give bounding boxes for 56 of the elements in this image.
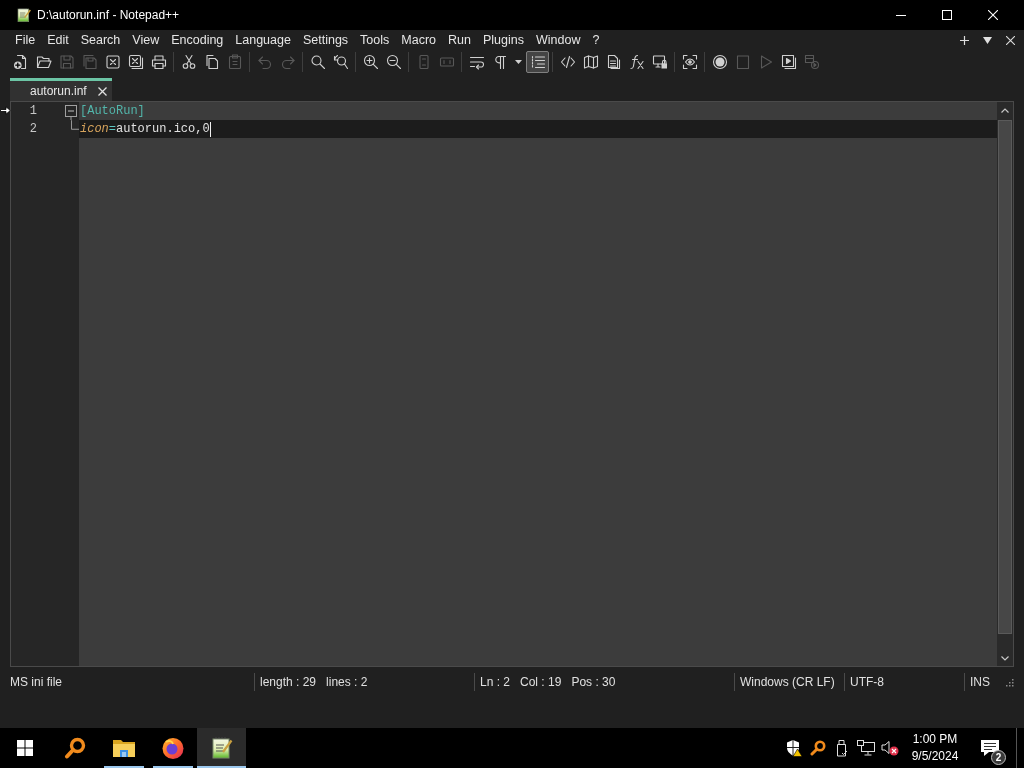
notification-button[interactable]: 2: [968, 728, 1012, 768]
close-icon: [97, 86, 107, 96]
window-title: D:\autorun.inf - Notepad++: [37, 7, 180, 24]
status-text: Windows (CR LF): [740, 674, 835, 691]
caret-icon: [514, 60, 522, 64]
down-triangle-icon: [983, 37, 992, 44]
speaker-muted-icon: [881, 740, 899, 756]
usb-drive-icon: [836, 739, 848, 757]
magnifier-icon: [63, 737, 86, 759]
line-number: 2: [28, 121, 38, 138]
plus-icon: [960, 36, 969, 45]
status-text: Pos : 30: [571, 674, 616, 691]
magnifier-icon: [810, 740, 826, 756]
close-icon: [1006, 36, 1015, 45]
status-text: Ln : 2: [480, 674, 511, 691]
status-text: Col : 19: [520, 674, 562, 691]
menu-item[interactable]: Macro: [395, 31, 443, 50]
menu-item[interactable]: ?: [586, 31, 606, 50]
menu-item[interactable]: Edit: [41, 31, 75, 50]
maximize-icon: [942, 10, 952, 20]
notification-count: 2: [991, 750, 1006, 765]
menu-item[interactable]: Settings: [296, 31, 355, 50]
file-tab[interactable]: autorun.inf: [10, 78, 112, 101]
text-caret: [209, 121, 211, 137]
scrollbar-thumb[interactable]: [998, 120, 1012, 634]
menu-item[interactable]: File: [9, 31, 42, 50]
menu-item[interactable]: Search: [74, 31, 127, 50]
notepad-button[interactable]: [197, 728, 246, 768]
pointer-arrow-icon: [0, 106, 11, 115]
status-text: INS: [970, 674, 990, 691]
shield-warning-icon: [785, 739, 803, 757]
menu-item[interactable]: Tools: [354, 31, 396, 50]
resize-grip-icon: [1005, 677, 1014, 687]
status-text: MS ini file: [10, 674, 62, 691]
menu-item[interactable]: Language: [229, 31, 297, 50]
text-editor[interactable]: 1 2 [AutoRun] icon=autorun.ico,0: [10, 101, 1014, 667]
status-text: UTF-8: [850, 674, 884, 691]
menu-item[interactable]: Window: [529, 31, 587, 50]
menu-item[interactable]: Plugins: [476, 31, 530, 50]
folder-icon: [111, 738, 136, 758]
clock-button[interactable]: 1:00 PM 9/5/2024: [902, 728, 968, 768]
menu-item[interactable]: View: [126, 31, 166, 50]
notepad-icon: [16, 7, 32, 23]
status-text: lines : 2: [326, 674, 368, 691]
browser-icon: [160, 736, 185, 760]
network-monitor-icon: [857, 740, 875, 756]
code-line: [AutoRun]: [80, 103, 145, 119]
vertical-scrollbar[interactable]: [997, 102, 1013, 666]
menu-item[interactable]: Encoding: [165, 31, 230, 50]
close-icon: [988, 10, 998, 20]
code-line: icon=autorun.ico,0: [80, 121, 210, 137]
status-text: length : 29: [260, 674, 317, 691]
menu-item[interactable]: Run: [442, 31, 477, 50]
line-number: 1: [28, 103, 38, 120]
notepad-icon: [209, 736, 234, 760]
start-icon: [17, 740, 33, 756]
